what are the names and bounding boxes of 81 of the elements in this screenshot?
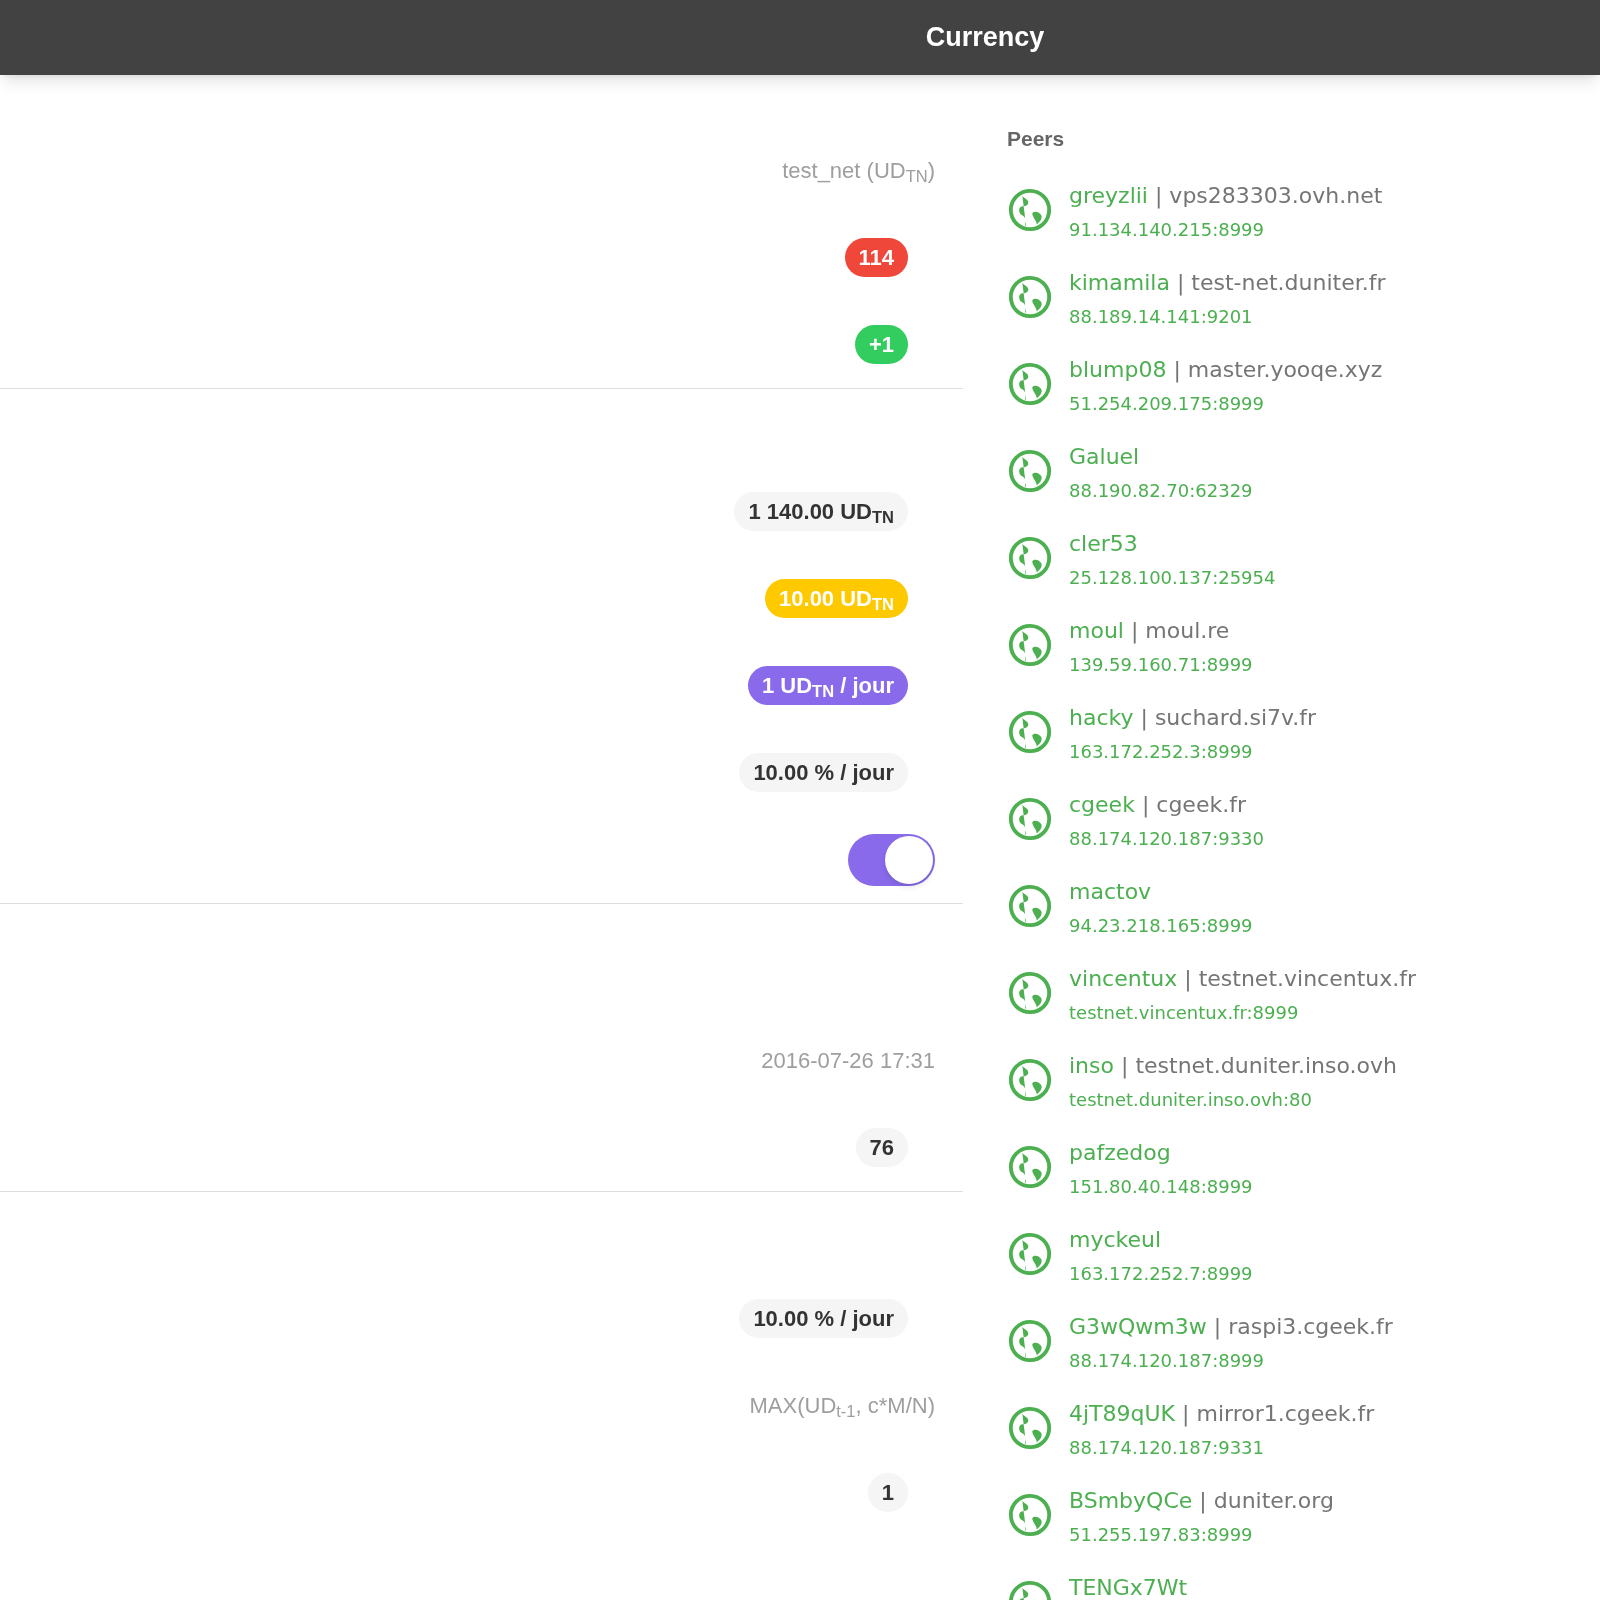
- globe-icon: [1007, 448, 1053, 494]
- globe-icon: [1007, 361, 1053, 407]
- peer-address: testnet.duniter.inso.ovh:80: [1069, 1088, 1313, 1112]
- peer-item[interactable]: moul | moul.re 139.59.160.71:8999: [1007, 604, 1600, 691]
- peer-item[interactable]: greyzlii | vps283303.ovh.net 91.134.140.215:8999: [1007, 169, 1600, 256]
- peer-address: 88.174.120.187:8999: [1069, 1349, 1265, 1373]
- peer-address: 163.172.252.7:8999: [1069, 1262, 1253, 1286]
- globe-icon: [1007, 883, 1053, 929]
- peer-item[interactable]: G3wQwm3w | raspi3.cgeek.fr 88.174.120.187:8999: [1007, 1300, 1600, 1387]
- section-title: Peers: [1007, 126, 1066, 152]
- peer-item[interactable]: cgeek | cgeek.fr 88.174.120.187:9330: [1007, 778, 1600, 865]
- page-title: Currency: [925, 21, 1045, 55]
- globe-icon: [1007, 622, 1053, 668]
- value-badge: 1 140.00 UD$_{TN}$: [734, 492, 908, 531]
- globe-icon: [1007, 187, 1053, 233]
- peer-name: inso | testnet.duniter.inso.ovh: [1069, 1052, 1397, 1081]
- globe-icon: [1007, 1057, 1053, 1103]
- globe-icon: [1007, 1231, 1053, 1277]
- peer-name: 4jT89qUK | mirror1.cgeek.fr: [1069, 1400, 1375, 1429]
- globe-icon: [1007, 709, 1053, 755]
- peer-name: hacky | suchard.si7v.fr: [1069, 704, 1317, 733]
- globe-icon: [1007, 1318, 1053, 1364]
- peer-address: 94.23.218.165:8999: [1069, 914, 1253, 938]
- peer-address: 139.59.160.71:8999: [1069, 653, 1253, 677]
- peer-name: BSmbyQCe | duniter.org: [1069, 1487, 1334, 1516]
- peer-name: moul | moul.re: [1069, 617, 1231, 646]
- globe-icon: [1007, 274, 1053, 320]
- peer-item[interactable]: blump08 | master.yooqe.xyz 51.254.209.175:8999: [1007, 343, 1600, 430]
- peer-item[interactable]: TENGx7Wt: [1007, 1561, 1600, 1600]
- peer-item[interactable]: kimamila | test-net.duniter.fr 88.189.14.141:9201: [1007, 256, 1600, 343]
- peer-name: Galuel: [1069, 443, 1141, 471]
- peer-item[interactable]: Galuel 88.190.82.70:62329: [1007, 430, 1600, 517]
- toggle-switch[interactable]: [848, 833, 935, 886]
- value-text: 2016-07-26 17:31: [761, 1047, 935, 1075]
- peer-address: 25.128.100.137:25954: [1069, 566, 1276, 590]
- globe-icon: [1007, 1144, 1053, 1190]
- peer-item[interactable]: pafzedog 151.80.40.148:8999: [1007, 1126, 1600, 1213]
- globe-icon: [1007, 970, 1053, 1016]
- peer-name: pafzedog: [1069, 1139, 1172, 1167]
- peer-item[interactable]: BSmbyQCe | duniter.org 51.255.197.83:8999: [1007, 1474, 1600, 1561]
- value-text: MAX(UD$_{t-1}$, c*M/N): [749, 1392, 935, 1422]
- peer-address: 51.255.197.83:8999: [1069, 1523, 1254, 1547]
- peer-item[interactable]: mactov 94.23.218.165:8999: [1007, 865, 1600, 952]
- value-badge: 1: [867, 1473, 908, 1512]
- globe-icon: [1007, 535, 1053, 581]
- value-badge: 76: [855, 1128, 908, 1167]
- peer-item[interactable]: 4jT89qUK | mirror1.cgeek.fr 88.174.120.187:9331: [1007, 1387, 1600, 1474]
- globe-icon: [1007, 1405, 1053, 1451]
- value-badge: 1 UD$_{TN}$ / jour: [748, 666, 908, 705]
- peer-name: blump08 | master.yooqe.xyz: [1069, 356, 1383, 385]
- peer-address: 91.134.140.215:8999: [1069, 218, 1265, 242]
- value-badge: 114: [844, 238, 908, 277]
- peer-item[interactable]: inso | testnet.duniter.inso.ovh testnet.duniter.inso.ovh:80: [1007, 1039, 1600, 1126]
- peer-item[interactable]: myckeul 163.172.252.7:8999: [1007, 1213, 1600, 1300]
- peer-name: vincentux | testnet.vincentux.fr: [1069, 965, 1417, 994]
- value-badge: 10.00 % / jour: [739, 1299, 908, 1338]
- peer-address: 88.190.82.70:62329: [1069, 479, 1253, 503]
- peer-name: G3wQwm3w | raspi3.cgeek.fr: [1069, 1313, 1393, 1342]
- peer-item[interactable]: hacky | suchard.si7v.fr 163.172.252.3:8999: [1007, 691, 1600, 778]
- value-text: test_net (UD$_{TN}$): [782, 157, 935, 187]
- value-badge: 10.00 % / jour: [739, 753, 908, 792]
- value-badge: 10.00 UD$_{TN}$: [765, 579, 908, 618]
- peer-address: 88.174.120.187:9330: [1069, 827, 1264, 851]
- peer-name: myckeul: [1069, 1226, 1163, 1254]
- peer-name: greyzlii | vps283303.ovh.net: [1069, 182, 1383, 211]
- globe-icon: [1007, 1492, 1053, 1538]
- peer-address: 163.172.252.3:8999: [1069, 740, 1254, 764]
- peer-name: cgeek | cgeek.fr: [1069, 791, 1247, 820]
- globe-icon: [1007, 796, 1053, 842]
- peer-address: testnet.vincentux.fr:8999: [1069, 1001, 1300, 1025]
- value-badge: +1: [854, 325, 908, 364]
- peer-item[interactable]: cler53 25.128.100.137:25954: [1007, 517, 1600, 604]
- peer-item[interactable]: vincentux | testnet.vincentux.fr testnet.vincentux.fr:8999: [1007, 952, 1600, 1039]
- peer-address: 88.174.120.187:9331: [1069, 1436, 1265, 1460]
- peer-address: 151.80.40.148:8999: [1069, 1175, 1253, 1199]
- peer-name: kimamila | test-net.duniter.fr: [1069, 269, 1386, 298]
- peer-name: TENGx7Wt: [1069, 1574, 1188, 1600]
- peer-name: mactov: [1069, 878, 1153, 906]
- peer-address: 51.254.209.175:8999: [1069, 392, 1265, 416]
- peer-name: cler53: [1069, 530, 1139, 558]
- peer-address: 88.189.14.141:9201: [1069, 305, 1254, 329]
